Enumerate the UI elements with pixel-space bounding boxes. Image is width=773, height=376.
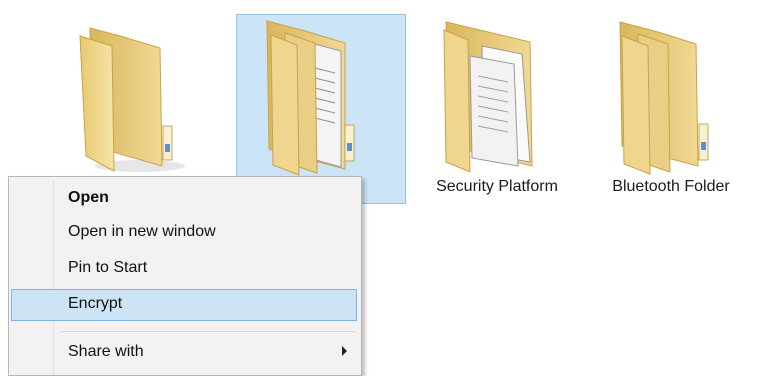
menu-item-encrypt[interactable]: Encrypt — [11, 289, 357, 321]
menu-item-label: Encrypt — [68, 295, 123, 312]
submenu-arrow-icon — [342, 346, 347, 356]
menu-item-pin-to-start[interactable]: Pin to Start — [11, 253, 359, 285]
menu-item-label: Share with — [68, 343, 144, 360]
folder-icon — [79, 27, 185, 172]
menu-item-open-in-new-window[interactable]: Open in new window — [11, 217, 359, 249]
menu-item-share-with[interactable]: Share with — [11, 337, 359, 369]
folder-label: Security Platform — [436, 178, 558, 195]
folder-with-documents-icon — [266, 20, 355, 176]
menu-separator — [61, 331, 355, 332]
context-menu: Open Open in new window Pin to Start Enc… — [8, 176, 362, 376]
folder-with-documents-icon — [443, 21, 533, 173]
folder-item[interactable]: Bluetooth Folder — [586, 14, 756, 204]
menu-item-label: Pin to Start — [68, 259, 148, 276]
folder-item[interactable]: Security Platform — [412, 14, 582, 204]
menu-item-open[interactable]: Open — [11, 183, 359, 215]
folder-label: Bluetooth Folder — [612, 178, 730, 195]
menu-item-label: Open in new window — [68, 223, 216, 240]
file-explorer-content: Security Platform Bluetooth Folder Open … — [0, 0, 773, 376]
menu-item-label: Open — [68, 189, 109, 206]
folder-icon — [619, 21, 709, 175]
